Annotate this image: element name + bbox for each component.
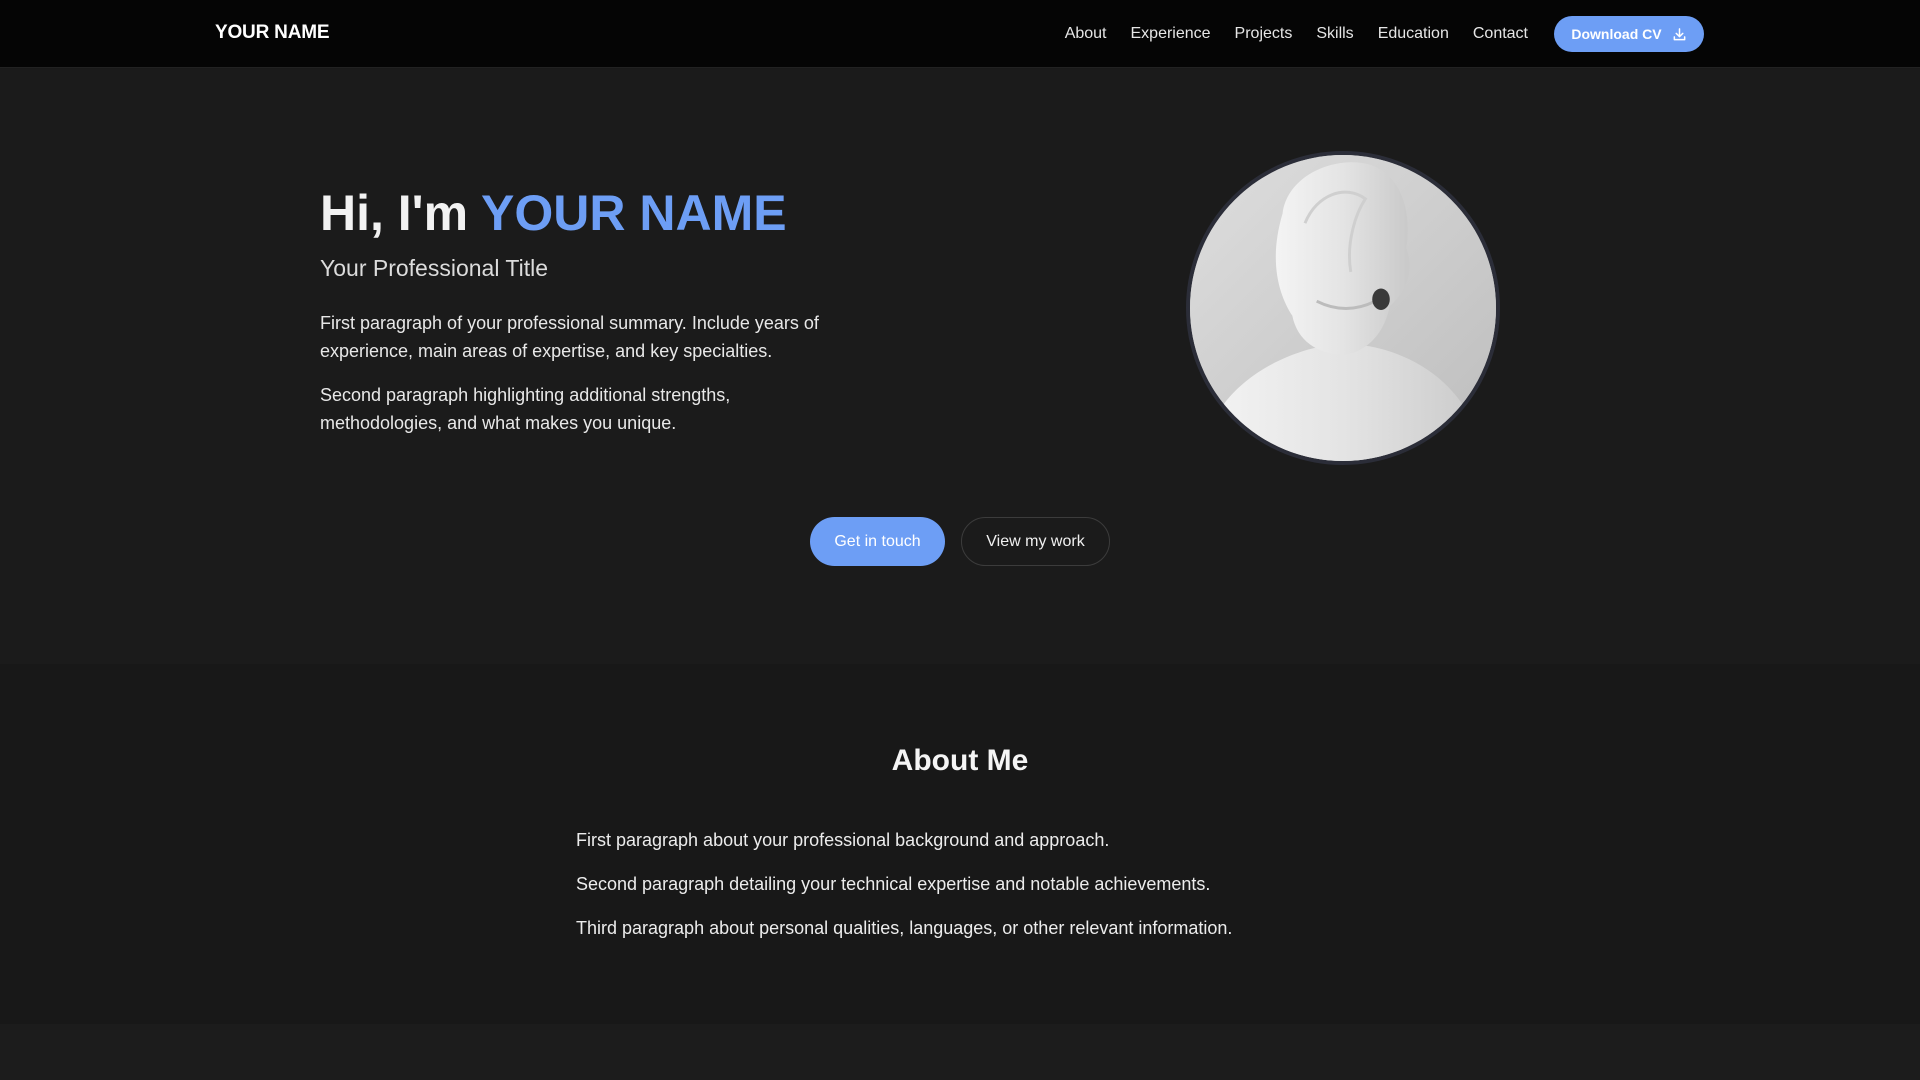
download-cv-label: Download CV	[1571, 26, 1662, 42]
avatar-image	[1190, 155, 1496, 461]
hero-paragraph-1: First paragraph of your professional sum…	[320, 313, 819, 361]
download-cv-button[interactable]: Download CV	[1554, 16, 1704, 52]
nav-link-education[interactable]: Education	[1378, 25, 1449, 43]
about-section: About Me First paragraph about your prof…	[0, 664, 1920, 1024]
brand-logo[interactable]: YOUR NAME	[215, 22, 330, 44]
hero-name: YOUR NAME	[481, 185, 787, 241]
nav-link-experience[interactable]: Experience	[1131, 25, 1211, 43]
about-paragraph-3: Third paragraph about personal qualities…	[576, 918, 1233, 938]
nav-link-about[interactable]: About	[1065, 25, 1107, 43]
get-in-touch-button[interactable]: Get in touch	[810, 517, 945, 566]
hero-section: Hi, I'm YOUR NAME Your Professional Titl…	[0, 69, 1920, 664]
view-my-work-button[interactable]: View my work	[961, 517, 1110, 566]
next-section	[0, 1024, 1920, 1080]
about-title: About Me	[891, 744, 1029, 777]
nav-link-skills[interactable]: Skills	[1316, 25, 1353, 43]
nav-links: About Experience Projects Skills Educati…	[1065, 0, 1528, 68]
download-icon	[1673, 27, 1686, 40]
nav-link-projects[interactable]: Projects	[1235, 25, 1293, 43]
navbar: YOUR NAME About Experience Projects Skil…	[0, 0, 1920, 68]
profile-avatar	[1186, 151, 1500, 465]
about-paragraph-1: First paragraph about your professional …	[576, 830, 1110, 850]
hero-greeting: Hi, I'm	[320, 185, 469, 241]
nav-link-contact[interactable]: Contact	[1473, 25, 1528, 43]
hero-subtitle: Your Professional Title	[320, 255, 549, 281]
hero-paragraph-2: Second paragraph highlighting additional…	[320, 385, 731, 433]
hero-title: Hi, I'm YOUR NAME	[320, 184, 787, 242]
about-paragraph-2: Second paragraph detailing your technica…	[576, 874, 1211, 894]
